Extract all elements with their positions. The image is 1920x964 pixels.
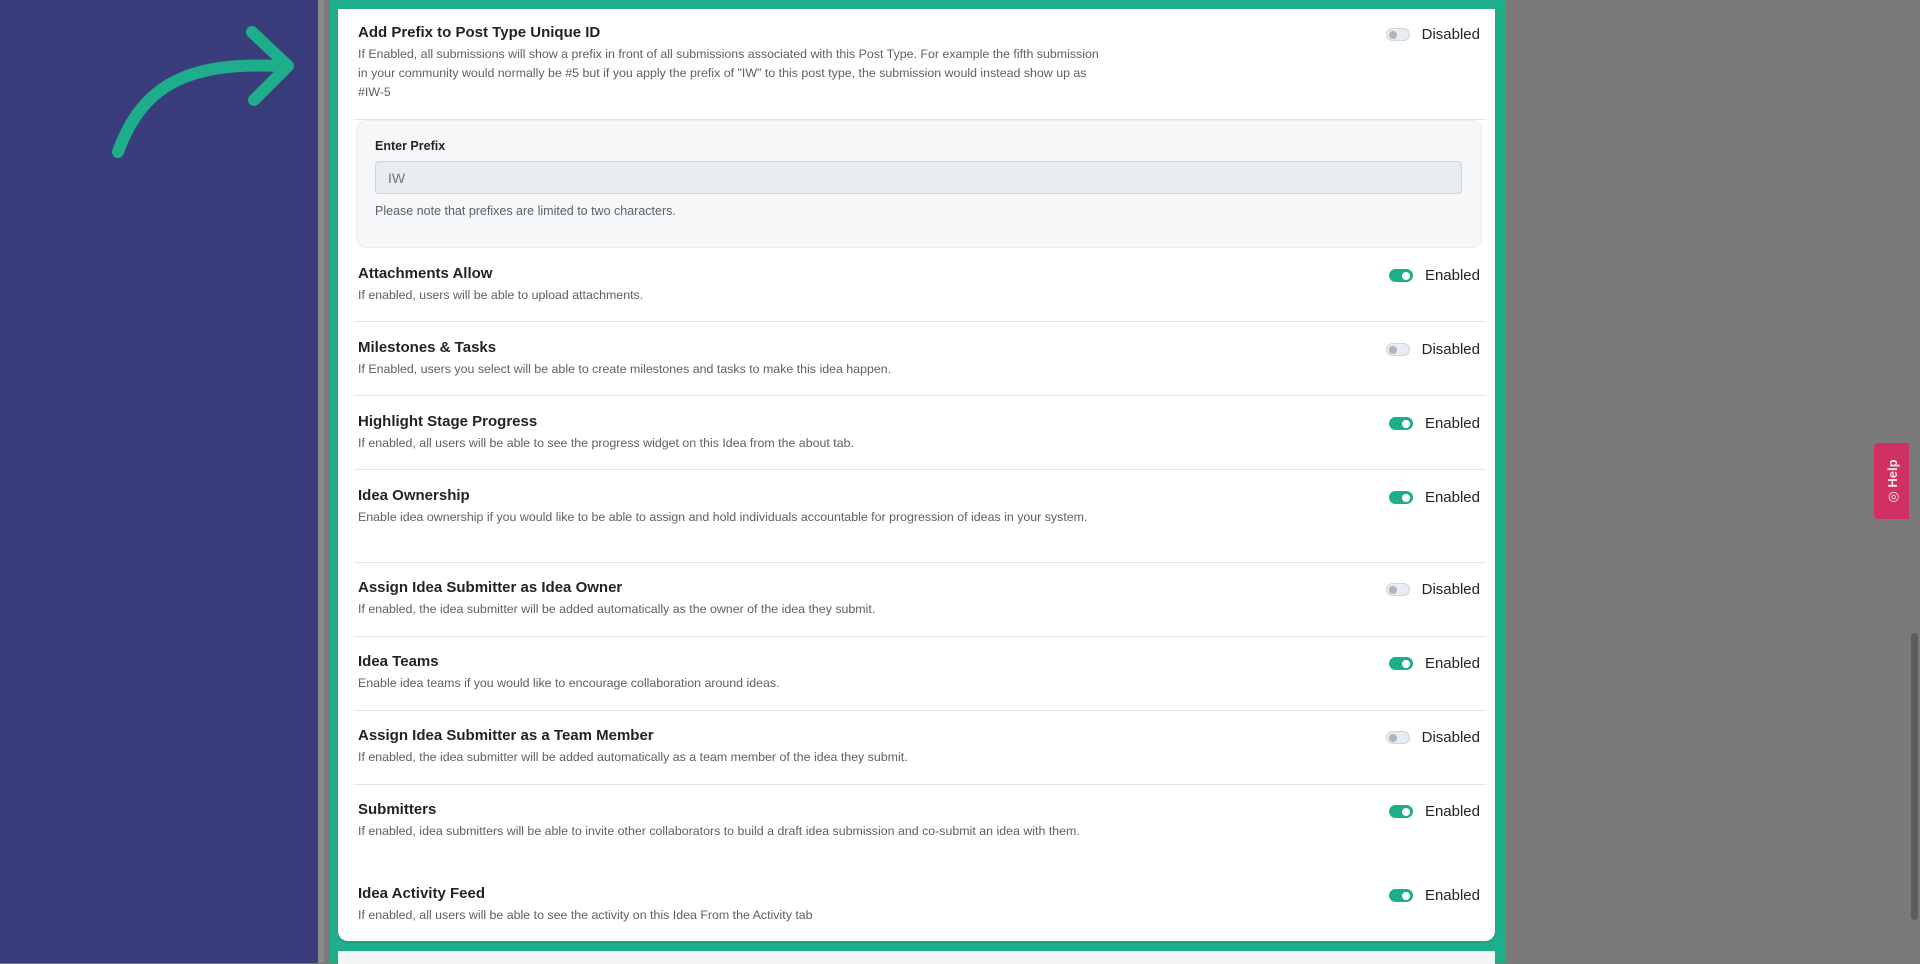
toggle-knob xyxy=(1401,891,1410,900)
setting-idea-teams: Idea Teams Enable idea teams if you woul… xyxy=(358,652,1486,693)
toggle-switch[interactable] xyxy=(1388,268,1413,282)
toggle-status: Disabled xyxy=(1421,580,1480,598)
toggle-status: Enabled xyxy=(1424,654,1480,672)
setting-stage-progress: Highlight Stage Progress If enabled, all… xyxy=(358,412,1486,453)
toggle-knob xyxy=(1401,271,1410,280)
toggle-switch[interactable] xyxy=(1388,416,1413,430)
toggle-switch[interactable] xyxy=(1388,490,1413,504)
toggle-knob xyxy=(1401,659,1410,668)
toggle-group: Enabled xyxy=(1388,486,1480,508)
toggle-knob xyxy=(1401,419,1410,428)
setting-title: Idea Teams xyxy=(358,653,439,670)
setting-title: Add Prefix to Post Type Unique ID xyxy=(358,24,601,41)
prefix-label: Enter Prefix xyxy=(375,139,446,153)
toggle-knob xyxy=(1401,807,1410,816)
toggle-group: Disabled xyxy=(1385,23,1480,45)
toggle-switch[interactable] xyxy=(1385,582,1410,596)
setting-milestones: Milestones & Tasks If Enabled, users you… xyxy=(358,338,1486,379)
setting-description: If enabled, idea submitters will be able… xyxy=(358,824,1080,838)
toggle-group: Enabled xyxy=(1388,264,1480,286)
setting-title: Idea Activity Feed xyxy=(358,885,485,902)
setting-description: If enabled, the idea submitter will be a… xyxy=(358,750,908,764)
scrollbar-thumb[interactable] xyxy=(1911,633,1918,920)
toggle-status: Enabled xyxy=(1424,802,1480,820)
setting-description: If enabled, the idea submitter will be a… xyxy=(358,602,876,616)
setting-title: Assign Idea Submitter as Idea Owner xyxy=(358,579,623,596)
prefix-panel: Enter Prefix Please note that prefixes a… xyxy=(356,120,1482,248)
toggle-switch[interactable] xyxy=(1388,804,1413,818)
setting-description: If enabled, all users will be able to se… xyxy=(358,908,813,922)
toggle-knob xyxy=(1388,733,1397,742)
toggle-group: Enabled xyxy=(1388,652,1480,674)
prefix-input[interactable] xyxy=(375,161,1462,194)
toggle-group: Disabled xyxy=(1385,338,1480,360)
setting-title: Submitters xyxy=(358,801,437,818)
divider xyxy=(354,395,1486,396)
toggle-status: Disabled xyxy=(1421,340,1480,358)
setting-description: If enabled, all users will be able to se… xyxy=(358,436,854,450)
toggle-switch[interactable] xyxy=(1385,27,1410,41)
setting-submitter-owner: Assign Idea Submitter as Idea Owner If e… xyxy=(358,578,1486,619)
setting-title: Milestones & Tasks xyxy=(358,339,497,356)
setting-description: If Enabled, all submissions will show a … xyxy=(358,47,1099,99)
toggle-switch[interactable] xyxy=(1385,342,1410,356)
next-card-edge xyxy=(338,951,1495,964)
setting-description: If Enabled, users you select will be abl… xyxy=(358,362,892,376)
toggle-status: Disabled xyxy=(1421,25,1480,43)
toggle-group: Disabled xyxy=(1385,578,1480,600)
toggle-knob xyxy=(1401,493,1410,502)
toggle-status: Enabled xyxy=(1424,886,1480,904)
setting-description: Enable idea ownership if you would like … xyxy=(358,510,1088,524)
setting-description: Enable idea teams if you would like to e… xyxy=(358,676,780,690)
left-panel xyxy=(0,0,318,963)
setting-title: Assign Idea Submitter as a Team Member xyxy=(358,727,654,744)
help-text: Help xyxy=(1884,459,1900,488)
scrollbar[interactable] xyxy=(1909,0,1920,963)
toggle-status: Enabled xyxy=(1424,414,1480,432)
setting-title: Attachments Allow xyxy=(358,265,493,282)
divider xyxy=(354,562,1486,563)
toggle-group: Disabled xyxy=(1385,726,1480,748)
help-label: ◎ Help xyxy=(1885,459,1901,502)
setting-submitter-team-member: Assign Idea Submitter as a Team Member I… xyxy=(358,726,1486,767)
toggle-knob xyxy=(1388,585,1397,594)
toggle-status: Disabled xyxy=(1421,728,1480,746)
setting-title: Highlight Stage Progress xyxy=(358,413,538,430)
setting-attachments: Attachments Allow If enabled, users will… xyxy=(358,264,1486,305)
panel-divider xyxy=(318,0,324,963)
lifebuoy-icon: ◎ xyxy=(1884,491,1900,503)
toggle-knob xyxy=(1388,30,1397,39)
setting-idea-ownership: Idea Ownership Enable idea ownership if … xyxy=(358,486,1486,527)
toggle-group: Enabled xyxy=(1388,884,1480,906)
toggle-status: Enabled xyxy=(1424,488,1480,506)
toggle-group: Enabled xyxy=(1388,412,1480,434)
toggle-knob xyxy=(1388,345,1397,354)
toggle-group: Enabled xyxy=(1388,800,1480,822)
divider xyxy=(354,784,1486,785)
divider xyxy=(354,636,1486,637)
setting-description: If enabled, users will be able to upload… xyxy=(358,288,644,302)
prefix-note: Please note that prefixes are limited to… xyxy=(375,204,676,218)
divider xyxy=(354,710,1486,711)
toggle-switch[interactable] xyxy=(1388,656,1413,670)
help-tab[interactable]: ◎ Help xyxy=(1874,443,1911,519)
toggle-switch[interactable] xyxy=(1385,730,1410,744)
setting-submitters: Submitters If enabled, idea submitters w… xyxy=(358,800,1486,841)
setting-activity-feed: Idea Activity Feed If enabled, all users… xyxy=(358,884,1486,925)
setting-title: Idea Ownership xyxy=(358,487,470,504)
divider xyxy=(354,321,1486,322)
divider xyxy=(354,469,1486,470)
arrow-icon xyxy=(112,26,294,158)
toggle-status: Enabled xyxy=(1424,266,1480,284)
setting-prefix: Add Prefix to Post Type Unique ID If Ena… xyxy=(358,23,1486,102)
toggle-switch[interactable] xyxy=(1388,888,1413,902)
